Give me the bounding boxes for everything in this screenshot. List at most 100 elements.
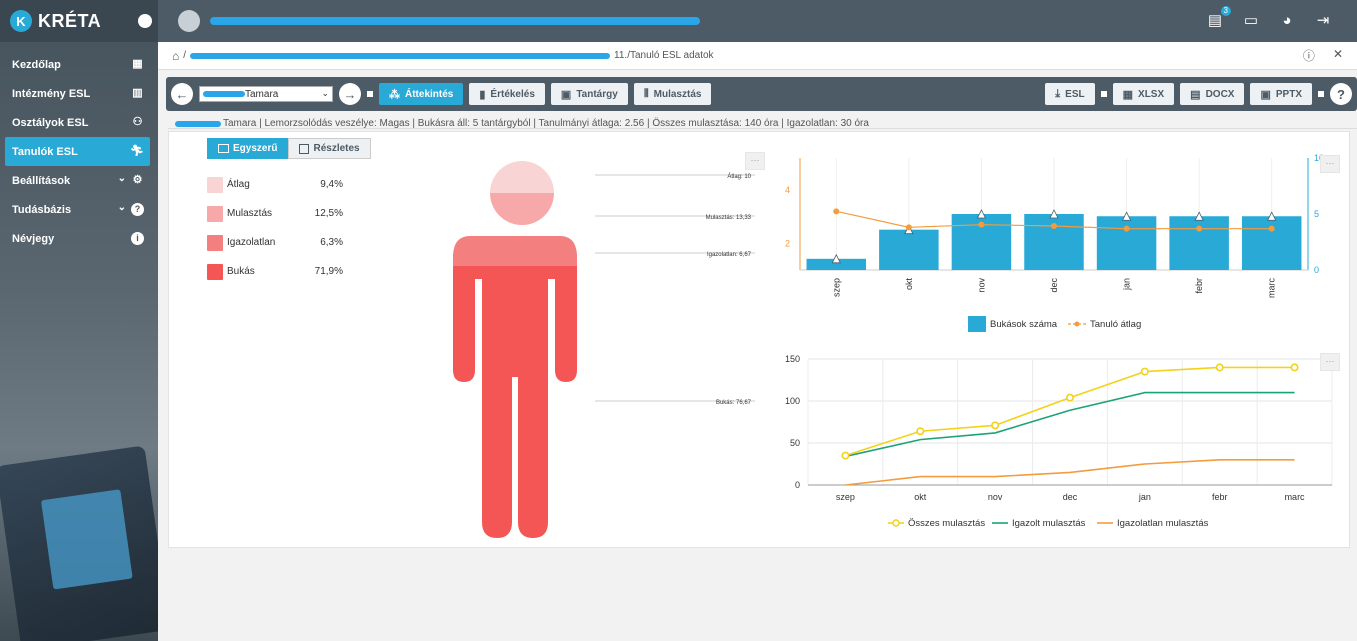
x-tick-label: dec [1063, 492, 1078, 502]
chevron-down-icon: ⌄ [321, 88, 329, 98]
figure-label-igazolatlan: Igazolatlan: 6,67 [707, 252, 752, 258]
notification-badge: 3 [1220, 6, 1231, 16]
logout-icon[interactable]: ⇥ [1313, 12, 1333, 30]
y-tick-label: 150 [785, 354, 800, 364]
tab-label: Áttekintés [405, 88, 454, 100]
logo[interactable]: K KRÉTA [0, 0, 158, 42]
tab-mulasztas[interactable]: ⦀ Mulasztás [633, 83, 712, 105]
failures-average-chart: 240510szep okt nov dec jan febr marcBukások sz… [785, 153, 1324, 332]
color-swatch [207, 205, 223, 222]
y-tick-label: 0 [795, 480, 800, 490]
bar [1096, 216, 1157, 270]
risk-value: 71,9% [314, 266, 343, 277]
previous-student-button[interactable]: ← [171, 83, 193, 105]
export-xlsx-button[interactable]: ▦ XLSX [1112, 83, 1175, 105]
legend-label-bukasok: Bukások száma [990, 319, 1058, 330]
sidebar-item-label: Névjegy [12, 232, 55, 245]
figure-segment-atlag [453, 161, 577, 193]
chart-menu-button[interactable]: ··· [1320, 353, 1340, 371]
sidebar-item-tudasbazis[interactable]: Tudásbázis ⌄ ? [0, 195, 158, 224]
sidebar-item-label: Tanulók ESL [12, 145, 78, 158]
messages-icon[interactable]: ▤ 3 [1205, 6, 1231, 30]
table-icon: ▦ [1122, 88, 1134, 101]
sidebar-item-nevjegy[interactable]: Névjegy i [0, 224, 158, 253]
redacted-name [175, 120, 221, 127]
right-tick-label: 5 [1314, 209, 1319, 219]
tab-attekintes[interactable]: ⁂ Áttekintés [379, 83, 464, 105]
risk-factor-legend: Átlag 9,4% Mulasztás 12,5% Igazolatlan 6,3%… [207, 170, 343, 286]
view-toggle: Egyszerű Részletes [207, 138, 371, 159]
line-point [1051, 223, 1057, 229]
tab-tantargy[interactable]: ▣ Tantárgy [550, 83, 628, 105]
sidebar-item-label: Osztályok ESL [12, 116, 89, 129]
bar [1169, 216, 1229, 270]
top-bar: ▤ 3 ▭ ◕ ⇥ [158, 0, 1357, 42]
line-point [1268, 225, 1275, 232]
sidebar-item-label: Kezdőlap [12, 58, 61, 71]
export-docx-button[interactable]: ▤ DOCX [1180, 83, 1245, 105]
building-icon: ▥ [132, 87, 143, 99]
breadcrumb: ⌂ / 11./Tanuló ESL adatok ⓘ ✕ [158, 42, 1357, 70]
y-tick-label: 50 [790, 438, 800, 448]
export-label: XLSX [1138, 88, 1165, 100]
bar-marker [831, 253, 841, 264]
line-point [905, 224, 912, 231]
view-simple-button[interactable]: Egyszerű [207, 138, 289, 159]
bar [1241, 216, 1302, 270]
help-circle-icon[interactable]: ⓘ [1303, 47, 1315, 64]
legend-label-atlag: Tanuló átlag [1090, 319, 1141, 330]
sidebar-item-kezdolap[interactable]: Kezdőlap ▦ [0, 50, 158, 79]
figure-label-mulasztas: Mulasztás: 13,33 [706, 215, 752, 221]
sidebar-item-label: Beállítások [12, 174, 71, 187]
student-select[interactable]: Tamara ⌄ [199, 86, 333, 102]
tab-ertekeles[interactable]: ▮ Értékelés [469, 83, 545, 105]
help-icon: ? [131, 203, 144, 216]
sidebar-toggle[interactable] [138, 14, 152, 28]
bar-chart-icon: ▮ [479, 88, 486, 101]
line-point [833, 208, 840, 215]
x-tick-label: marc [1267, 278, 1277, 298]
monitor-icon[interactable]: ▭ [1241, 12, 1261, 30]
close-icon[interactable]: ✕ [1333, 47, 1343, 64]
image-icon: ▣ [560, 88, 572, 101]
chart-menu-button[interactable]: ··· [1320, 155, 1340, 173]
image-icon: ▣ [1260, 88, 1271, 101]
risk-label: Igazolatlan [227, 237, 276, 248]
risk-row-mulasztas: Mulasztás 12,5% [207, 199, 343, 228]
sidebar-item-tanulok-esl[interactable]: Tanulók ESL 🏃︎ [5, 137, 150, 166]
sidebar-item-intezmeny-esl[interactable]: Intézmény ESL ▥ [0, 79, 158, 108]
x-tick-label: okt [904, 278, 914, 291]
line-point [1215, 363, 1224, 372]
color-swatch [207, 263, 223, 280]
next-student-button[interactable]: → [339, 83, 361, 105]
legend-marker-atlag [1074, 321, 1080, 327]
view-detailed-button[interactable]: Részletes [288, 138, 371, 159]
help-button[interactable]: ? [1330, 83, 1352, 105]
waveform-icon: ⦀ [643, 87, 649, 100]
risk-value: 6,3% [320, 237, 343, 248]
bar-marker [1194, 211, 1204, 221]
series-line [845, 459, 1295, 486]
sidebar-item-label: Intézmény ESL [12, 87, 91, 100]
line-point [1290, 363, 1299, 372]
sidebar-item-label: Tudásbázis [12, 203, 72, 216]
palette-icon[interactable]: ◕ [1277, 12, 1297, 30]
export-label: DOCX [1205, 88, 1235, 100]
sidebar-item-osztalyok-esl[interactable]: Osztályok ESL ⚇ [0, 108, 158, 137]
tab-label: Mulasztás [653, 88, 702, 100]
kreta-logo-icon: K [10, 10, 32, 32]
figure-segment-bukas [453, 266, 577, 538]
x-tick-label: okt [914, 492, 927, 502]
user-area[interactable] [158, 10, 700, 32]
export-pptx-button[interactable]: ▣ PPTX [1250, 83, 1312, 105]
background-tablet-image [0, 445, 158, 641]
legend-label: Összes mulasztás [908, 518, 985, 529]
rectangle-icon [218, 144, 229, 153]
export-esl-button[interactable]: ⤓ ESL [1045, 83, 1095, 105]
home-icon[interactable]: ⌂ [172, 49, 179, 63]
student-select-value: Tamara [245, 88, 279, 100]
sidebar-item-beallitasok[interactable]: Beállítások ⌄ ⚙ [0, 166, 158, 195]
left-tick-label: 4 [785, 185, 790, 195]
bar [879, 229, 939, 270]
legend-swatch-bukasok [968, 316, 986, 332]
